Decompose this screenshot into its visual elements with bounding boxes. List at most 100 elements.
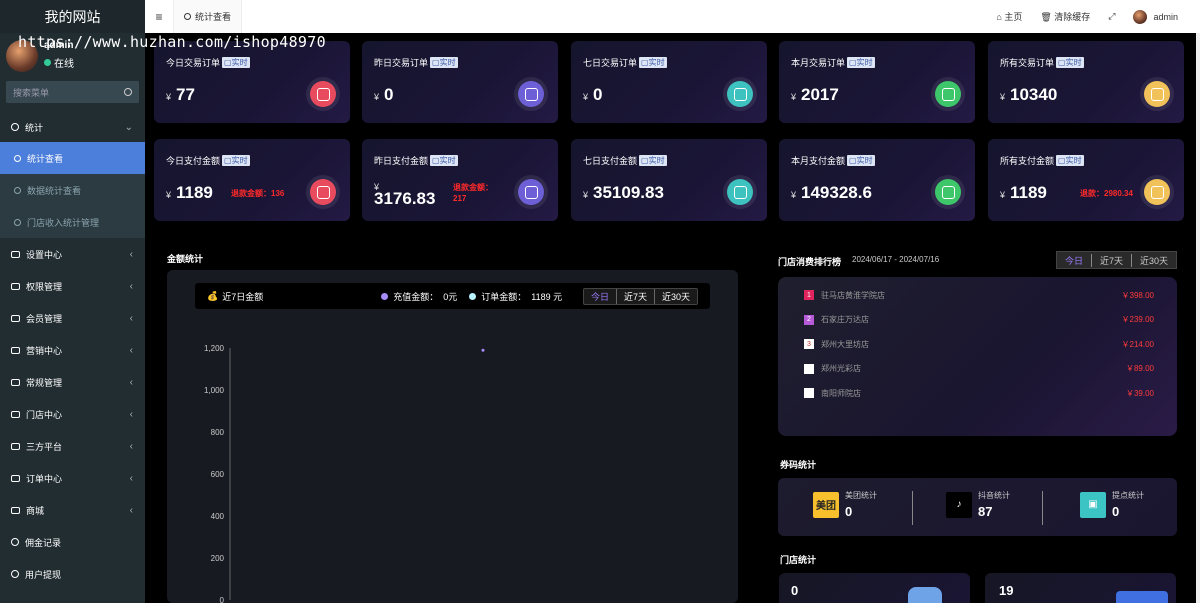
currency-symbol: ¥: [583, 190, 589, 200]
realtime-badge-icon: ▢: [849, 58, 857, 67]
circle-icon: [14, 218, 21, 226]
chevron-left-icon: ‹: [129, 248, 133, 260]
sidebar-item-7[interactable]: 营销中心 ‹: [0, 334, 145, 366]
tab-statistics-view[interactable]: 统计查看: [173, 0, 243, 33]
sidebar-item-label: 门店收入统计管理: [27, 217, 100, 228]
sidebar-item-12[interactable]: 商城 ‹: [0, 494, 145, 526]
y-tick-label: 200: [211, 554, 225, 563]
realtime-badge-icon: ▢: [432, 58, 440, 67]
ranking-row[interactable]: 南阳师院店 ￥39.00: [804, 386, 1154, 400]
cog-icon: [11, 250, 20, 258]
site-brand[interactable]: 我的网站: [0, 0, 145, 33]
card-badge-icon: [518, 81, 544, 107]
user-status: 在线: [44, 55, 74, 70]
sidebar-item-label: 权限管理: [26, 281, 63, 292]
realtime-badge-text: 实时: [856, 58, 873, 67]
card-title: 本月交易订单 ▢实时: [791, 56, 875, 69]
sidebar-item-14[interactable]: 用户提现: [0, 558, 145, 590]
y-tick-label: 1,200: [204, 344, 225, 353]
realtime-badge: ▢实时: [430, 57, 458, 68]
circle-icon: [184, 13, 191, 20]
chevron-left-icon: ‹: [129, 440, 133, 452]
fullscreen-icon[interactable]: ⤢: [1108, 11, 1115, 22]
sidebar-item-2[interactable]: 数据统计查看: [0, 174, 145, 206]
card-title-text: 七日交易订单: [583, 58, 638, 68]
card-title-text: 所有支付金额: [1000, 156, 1055, 166]
search-icon[interactable]: [124, 88, 132, 96]
ranking-row[interactable]: 2 石家庄万达店 ￥239.00: [804, 313, 1154, 327]
sidebar-item-6[interactable]: 会员管理 ‹: [0, 302, 145, 334]
sidebar-item-11[interactable]: 订单中心 ‹: [0, 462, 145, 494]
sidebar-item-label: 数据统计查看: [27, 185, 82, 196]
store-amount: ￥398.00: [1121, 290, 1154, 300]
currency-symbol: ¥: [791, 92, 797, 102]
realtime-badge-icon: ▢: [849, 156, 857, 165]
user-menu[interactable]: admin: [1133, 9, 1178, 24]
amount-line-chart: 1,200 1,000 800 600 400 200 0: [204, 344, 485, 603]
rank-badge: 1: [804, 290, 814, 300]
sidebar-item-4[interactable]: 设置中心 ‹: [0, 238, 145, 270]
store-name: 郑州大里坊店: [821, 339, 869, 349]
page-scrollbar[interactable]: [1196, 33, 1200, 603]
ranking-tab-30days[interactable]: 近30天: [1132, 254, 1176, 267]
realtime-badge-icon: ▢: [224, 58, 232, 67]
realtime-badge-text: 实时: [231, 156, 248, 165]
sidebar-item-label: 设置中心: [26, 249, 63, 260]
sidebar-item-label: 用户提现: [25, 569, 62, 580]
pay-stat-card: 所有支付金额 ▢实时 ¥1189 退款：2980.34: [988, 139, 1184, 221]
menu-search-input[interactable]: 搜索菜单: [6, 81, 139, 103]
card-title: 所有支付金额 ▢实时: [1000, 154, 1084, 167]
store-stat-card: 0: [779, 573, 970, 603]
ranking-tab-today[interactable]: 今日: [1057, 253, 1092, 267]
store-stat-value: 19: [999, 583, 1014, 598]
user-avatar: [1133, 9, 1148, 24]
card-title: 七日支付金额 ▢实时: [583, 154, 667, 167]
ranking-row[interactable]: 3 郑州大里坊店 ￥214.00: [804, 337, 1154, 351]
card-value: 3176.83: [374, 189, 436, 208]
y-tick-label: 600: [211, 470, 225, 479]
realtime-badge-text: 实时: [439, 156, 456, 165]
card-badge-icon: [1144, 81, 1170, 107]
realtime-badge-text: 实时: [648, 58, 665, 67]
sidebar-item-5[interactable]: 权限管理 ‹: [0, 270, 145, 302]
home-link[interactable]: ⌂ 主页: [996, 10, 1022, 23]
trade-stat-card: 昨日交易订单 ▢实时 ¥0: [362, 41, 558, 123]
sidebar-item-8[interactable]: 常规管理 ‹: [0, 366, 145, 398]
refund-text: 退款金额：136: [231, 189, 285, 198]
sidebar-item-label: 订单中心: [26, 473, 63, 484]
card-title: 本月支付金额 ▢实时: [791, 154, 875, 167]
sidebar-item-3[interactable]: 门店收入统计管理: [0, 206, 145, 238]
ranking-row[interactable]: 郑州光彩店 ￥89.00: [804, 362, 1154, 376]
card-title: 昨日支付金额 ▢实时: [374, 154, 458, 167]
top-navbar: ≡ 统计查看 ⌂ 主页 🗑 清除缓存 ⤢ admin: [145, 0, 1200, 33]
sidebar-menu: 统计 ⌄ 统计查看 数据统计查看 门店收入统计管理 设置中心 ‹ 权限管理 ‹ 会员管理 ‹ 营销中心…: [0, 112, 145, 590]
ranking-tab-7days[interactable]: 近7天: [1092, 253, 1132, 267]
sidebar-item-9[interactable]: 门店中心 ‹: [0, 398, 145, 430]
realtime-badge: ▢实时: [222, 155, 250, 166]
divider: [912, 491, 913, 525]
sidebar-item-10[interactable]: 三方平台 ‹: [0, 430, 145, 462]
order-icon: [11, 474, 20, 482]
rank-badge: 2: [804, 314, 814, 325]
data-point[interactable]: [481, 348, 485, 352]
card-title: 今日交易订单 ▢实时: [166, 56, 250, 69]
realtime-badge-text: 实时: [648, 156, 665, 165]
coupon-value: 87: [978, 504, 993, 519]
menu-search-placeholder: 搜索菜单: [13, 87, 50, 98]
circle-icon: [11, 538, 19, 546]
store-illustration-icon: [1116, 591, 1168, 603]
sidebar-item-1[interactable]: 统计查看: [0, 142, 145, 174]
menu-toggle-icon[interactable]: ≡: [145, 10, 173, 24]
sidebar-item-label: 商城: [26, 505, 45, 516]
sidebar-item-13[interactable]: 佣金记录: [0, 526, 145, 558]
ranking-row[interactable]: 1 驻马店黄淮学院店 ￥398.00: [804, 288, 1154, 302]
sidebar-item-0[interactable]: 统计 ⌄: [0, 112, 145, 142]
chevron-left-icon: ‹: [129, 344, 133, 356]
clear-cache-button[interactable]: 🗑 清除缓存: [1040, 10, 1090, 23]
realtime-badge-icon: ▢: [432, 156, 440, 165]
chevron-down-icon: ⌄: [124, 121, 133, 133]
realtime-badge-icon: ▢: [641, 156, 649, 165]
ranking-range-tabs: 今日 近7天 近30天: [1056, 251, 1177, 269]
realtime-badge-icon: ▢: [641, 58, 649, 67]
trade-stat-card: 所有交易订单 ▢实时 ¥10340: [988, 41, 1184, 123]
